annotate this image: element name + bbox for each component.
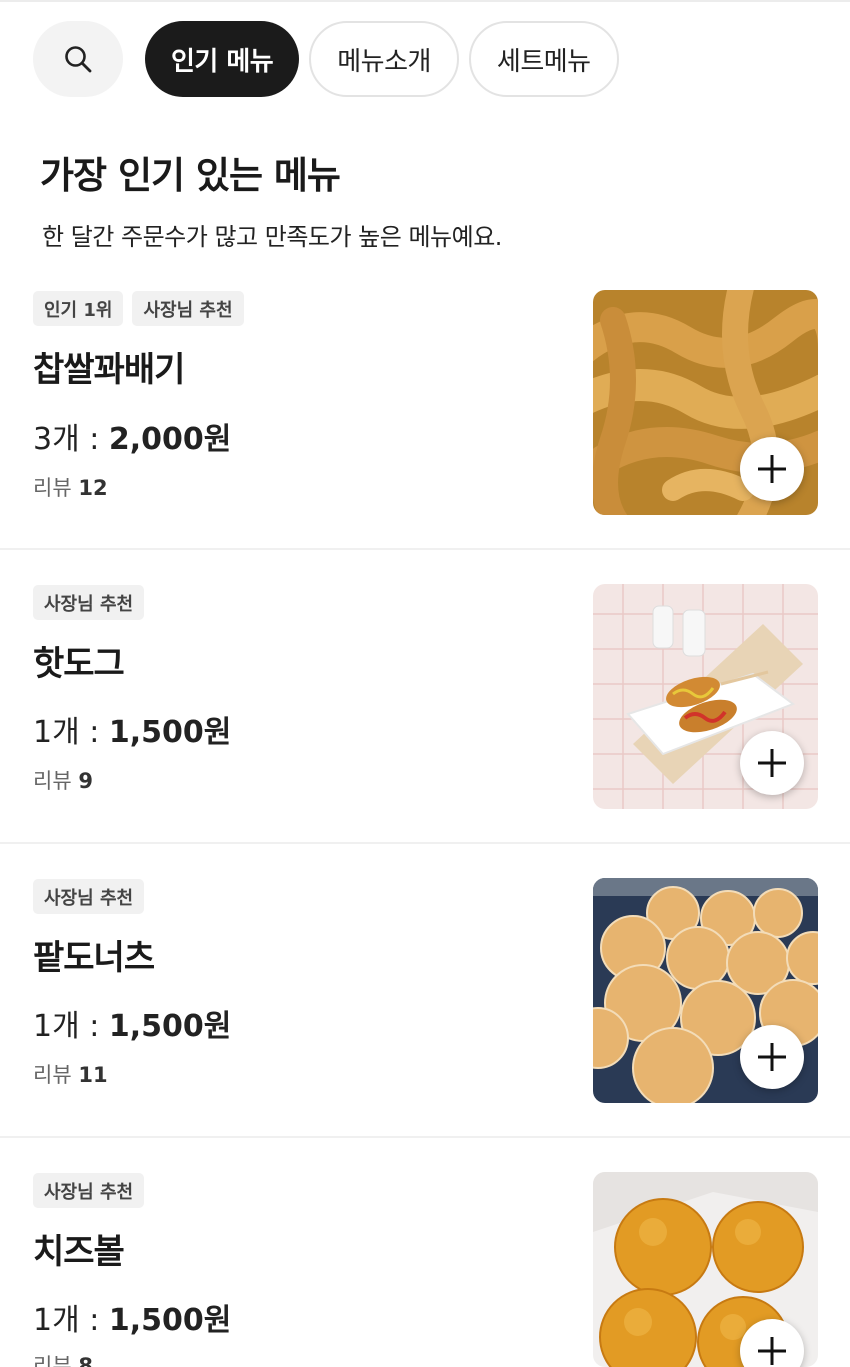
category-tabbar: 인기 메뉴 메뉴소개 세트메뉴 — [33, 21, 619, 97]
menu-item-review: 리뷰 8 — [33, 1354, 93, 1367]
tab-popular-menu[interactable]: 인기 메뉴 — [145, 21, 300, 97]
section-title: 가장 인기 있는 메뉴 — [40, 154, 341, 197]
menu-item-price: 1개 : 1,500원 — [33, 1303, 232, 1338]
tag-list: 사장님 추천 — [33, 1173, 145, 1208]
menu-item-price: 1개 : 1,500원 — [33, 1009, 232, 1044]
tab-menu-intro[interactable]: 메뉴소개 — [309, 21, 459, 97]
owner-pick-tag: 사장님 추천 — [33, 585, 145, 620]
add-to-cart-button[interactable] — [740, 1025, 804, 1089]
menu-item-name: 핫도그 — [33, 644, 125, 684]
item-divider — [0, 842, 850, 844]
item-divider — [0, 1136, 850, 1138]
menu-item-photo[interactable] — [593, 290, 818, 515]
menu-item-photo[interactable] — [593, 584, 818, 809]
item-divider — [0, 548, 850, 550]
search-icon — [65, 46, 92, 73]
tag-list: 사장님 추천 — [33, 585, 145, 620]
popular-rank-tag: 인기 1위 — [33, 291, 124, 326]
tag-list: 인기 1위 사장님 추천 — [33, 291, 244, 326]
menu-item-name: 팥도너츠 — [33, 938, 155, 978]
tab-set-menu[interactable]: 세트메뉴 — [468, 21, 619, 97]
tag-list: 사장님 추천 — [33, 879, 145, 914]
plus-icon — [758, 1337, 786, 1365]
owner-pick-tag: 사장님 추천 — [33, 879, 145, 914]
plus-icon — [758, 455, 786, 483]
section-subtitle: 한 달간 주문수가 많고 만족도가 높은 메뉴예요. — [42, 223, 502, 251]
menu-item-price: 1개 : 1,500원 — [33, 715, 232, 750]
search-button[interactable] — [33, 21, 123, 97]
plus-icon — [758, 1043, 786, 1071]
add-to-cart-button[interactable] — [740, 731, 804, 795]
owner-pick-tag: 사장님 추천 — [132, 291, 244, 326]
menu-item-photo[interactable] — [593, 878, 818, 1103]
menu-item-name: 찹쌀꽈배기 — [33, 350, 185, 390]
menu-item-review: 리뷰 11 — [33, 1063, 108, 1087]
owner-pick-tag: 사장님 추천 — [33, 1173, 145, 1208]
menu-item-price: 3개 : 2,000원 — [33, 422, 232, 457]
add-to-cart-button[interactable] — [740, 437, 804, 501]
menu-item-name: 치즈볼 — [33, 1232, 125, 1272]
menu-item-review: 리뷰 9 — [33, 769, 93, 793]
top-divider — [0, 0, 850, 2]
plus-icon — [758, 749, 786, 777]
menu-item-photo[interactable] — [593, 1172, 818, 1367]
menu-item-review: 리뷰 12 — [33, 476, 108, 500]
